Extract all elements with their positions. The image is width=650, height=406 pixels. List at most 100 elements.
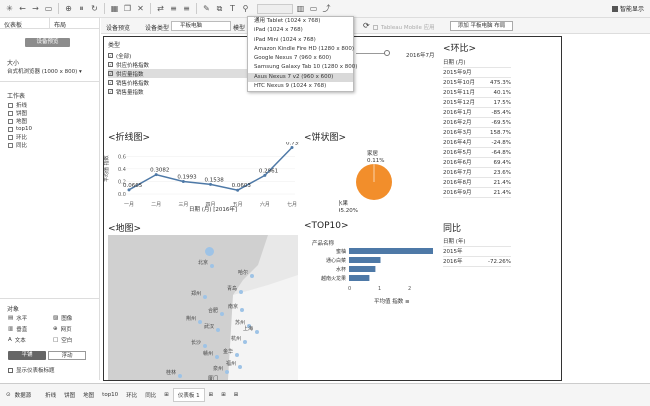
sheet-item[interactable]: 同比 <box>8 141 32 149</box>
device-value: 平板电脑 <box>180 23 203 29</box>
show-title-checkbox[interactable]: 显示仪表板标题 <box>8 366 55 374</box>
object-label: 图像 <box>61 316 73 322</box>
dropdown-option[interactable]: iPad (1024 x 768) <box>248 26 353 35</box>
forward-icon[interactable]: → <box>30 3 41 14</box>
smart-display-button[interactable]: 智能显示 <box>611 4 644 13</box>
new-sheet-icon[interactable]: ▦ <box>109 3 120 14</box>
bar <box>349 275 370 281</box>
table-row: 2016年8月 21.4% <box>443 178 511 188</box>
filter-item-label: 销售量指数 <box>116 89 144 96</box>
data-label: 0.3082 <box>150 168 169 174</box>
pause-icon[interactable]: ⏸ <box>76 3 87 14</box>
clear-icon[interactable]: ✕ <box>135 3 146 14</box>
swap-icon[interactable]: ⇄ <box>155 3 166 14</box>
share-icon[interactable]: ⤴ <box>321 3 332 14</box>
map-city-label: 哈尔 <box>238 270 249 276</box>
filter-item[interactable]: ✓ (全部) <box>108 51 248 60</box>
dropdown-option[interactable]: Google Nexus 7 (960 x 600) <box>248 54 353 63</box>
device-preview-button[interactable]: 设备预览 <box>25 38 70 47</box>
tab-layout[interactable]: 布局 <box>50 18 99 29</box>
dropdown-option[interactable]: Amazon Kindle Fire HD (1280 x 800) <box>248 45 354 54</box>
x-tick-label: 一月 <box>124 202 134 208</box>
filter-item[interactable]: ✓ 销售价格指数 <box>108 78 248 87</box>
object-webpage[interactable]: ⊕ 网页 <box>53 325 98 333</box>
new-dashboard-tab-icon[interactable]: ⊞ <box>217 392 230 398</box>
filter-item[interactable]: ✓ 供应价格指数 <box>108 60 248 69</box>
highlight-icon[interactable]: ✎ <box>201 3 212 14</box>
object-image[interactable]: ▨ 图像 <box>53 314 98 322</box>
x-tick-label: 六月 <box>260 201 270 208</box>
bar-category-label: 通心白菜 <box>326 257 346 264</box>
tab-dashboard-1[interactable]: 仪表板 1 <box>172 388 205 402</box>
dropdown-option[interactable]: Asus Nexus 7 v2 (960 x 600) <box>248 72 353 83</box>
object-blank[interactable]: □ 空白 <box>53 336 98 344</box>
show-cards-icon[interactable]: ▥ <box>295 3 306 14</box>
sheet-icon <box>8 126 13 132</box>
row-date: 2016年8月 <box>443 180 472 186</box>
table-row: 2015年12月 17.5% <box>443 98 511 108</box>
tableau-mobile-checkbox[interactable]: Tableau Mobile 应用 <box>373 23 435 31</box>
tab-dashboard[interactable]: 仪表板 <box>0 18 50 29</box>
save-icon[interactable]: ▭ <box>43 3 54 14</box>
dropdown-option[interactable]: 通用 Tablet (1024 x 768) <box>248 17 353 26</box>
add-layout-button[interactable]: 添加 平板电脑 布局 <box>450 21 513 31</box>
new-story-tab-icon[interactable]: ⊞ <box>230 392 243 398</box>
dropdown-option[interactable]: Samsung Galaxy Tab 10 (1280 x 800) <box>248 63 357 72</box>
dropdown-option[interactable]: iPad Mini (1024 x 768) <box>248 36 353 45</box>
dropdown-option[interactable]: HTC Nexus 9 (1024 x 768) <box>248 82 353 91</box>
huanbi-title: <环比> <box>443 44 477 54</box>
filter-item[interactable]: ✓ 供应量指数 <box>108 69 248 78</box>
tab-sheet[interactable]: top10 <box>98 392 122 398</box>
object-horizontal[interactable]: ▤ 水平 <box>8 314 53 322</box>
tableau-logo-icon[interactable]: ✳ <box>4 3 15 14</box>
date-slider[interactable] <box>356 53 386 54</box>
refresh-icon[interactable]: ↻ <box>89 3 100 14</box>
object-text[interactable]: A 文本 <box>8 336 53 344</box>
row-value: 23.6% <box>493 170 511 176</box>
object-vertical[interactable]: ▥ 垂直 <box>8 325 53 333</box>
back-icon[interactable]: ← <box>17 3 28 14</box>
sort-icon[interactable]: ≡ <box>405 299 410 305</box>
tab-sheet[interactable]: 折线 <box>41 391 60 399</box>
slider-handle[interactable] <box>384 50 390 56</box>
device-type-select[interactable]: 平板电脑 <box>171 21 231 31</box>
new-datasource-icon[interactable]: ⊕ <box>63 3 74 14</box>
tab-sheet[interactable]: 饼图 <box>60 391 79 399</box>
device-preview-bar: 设备预览 设备类型 平板电脑 模型 ⟳ Tableau Mobile 应用 添加… <box>101 18 650 34</box>
sheet-item[interactable]: top10 <box>8 125 32 133</box>
row-date: 2015年11月 <box>443 90 475 96</box>
filter-item-label: 销售价格指数 <box>116 80 150 87</box>
filter-item[interactable]: ✓ 销售量指数 <box>108 87 248 96</box>
tab-sheet[interactable]: 同比 <box>141 391 160 399</box>
row-value: -64.8% <box>491 150 511 156</box>
floating-button[interactable]: 浮动 <box>48 351 86 360</box>
pin-icon[interactable]: ⚲ <box>240 3 251 14</box>
dashboard-panel: 仪表板 布局 设备预览 大小 台式机浏览器 (1000 x 800) ▾ 工作表… <box>0 18 100 380</box>
checkbox-icon: ✓ <box>108 71 113 76</box>
size-select[interactable]: 台式机浏览器 (1000 x 800) ▾ <box>7 67 82 75</box>
sheet-label: 饼图 <box>16 111 28 117</box>
map-marker <box>198 320 202 324</box>
group-icon[interactable]: ⧉ <box>214 3 225 14</box>
duplicate-icon[interactable]: ❐ <box>122 3 133 14</box>
tab-datasource[interactable]: 数据源 <box>11 391 42 399</box>
bar <box>349 257 381 263</box>
tiled-button[interactable]: 平铺 <box>8 351 46 360</box>
labels-icon[interactable]: T <box>227 3 238 14</box>
sort-desc-icon[interactable]: ≡ <box>181 3 192 14</box>
presentation-icon[interactable]: ▭ <box>308 3 319 14</box>
map-city-label: 福州 <box>226 361 237 367</box>
rotate-icon[interactable]: ⟳ <box>363 21 370 30</box>
fit-select[interactable] <box>257 3 293 14</box>
sheet-item[interactable]: 折线 <box>8 101 32 109</box>
new-sheet-tab-icon[interactable]: ⊞ <box>205 392 218 398</box>
x-tick-label: 2 <box>408 286 411 292</box>
sheet-item[interactable]: 地图 <box>8 117 32 125</box>
sheet-label: 地图 <box>16 119 28 125</box>
sort-asc-icon[interactable]: ≡ <box>168 3 179 14</box>
sheet-item[interactable]: 环比 <box>8 133 32 141</box>
tab-sheet[interactable]: 地图 <box>79 391 98 399</box>
huanbi-rows: 2015年9月 2015年10月 475.3% 2015年11月 40.1% 2015年1… <box>443 68 511 198</box>
tab-sheet[interactable]: 环比 <box>122 391 141 399</box>
sheet-item[interactable]: 饼图 <box>8 109 32 117</box>
